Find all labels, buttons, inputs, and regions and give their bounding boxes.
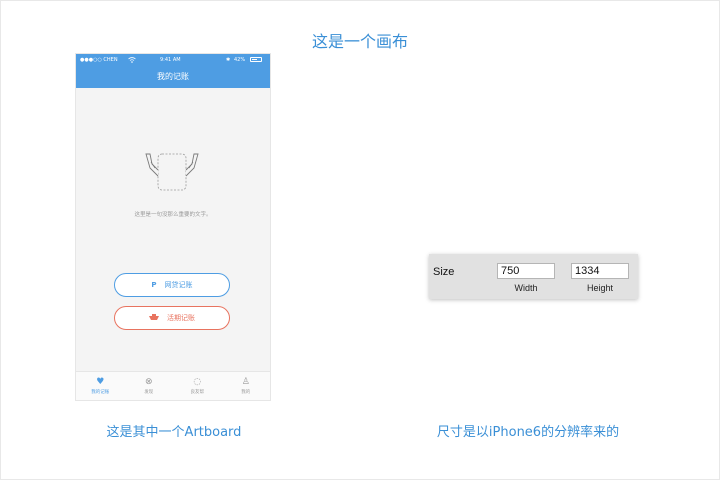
height-field[interactable]: 1334 [571,263,629,279]
bluetooth-icon: ✱ [226,57,231,63]
wifi-icon [128,57,136,65]
empty-state-illustration-icon [142,146,202,198]
empty-state-text: 这里是一句没那么重要的文字。 [134,212,212,218]
chat-icon: ◌ [193,377,202,387]
carrier-label: ●●●○○ CHEN [80,57,118,63]
online-loan-record-button[interactable]: P 网贷记账 [114,273,230,297]
boat-icon [149,314,159,322]
button-label: 活期记账 [167,314,195,322]
resolution-caption: 尺寸是以iPhone6的分辨率来的 [436,425,620,440]
page-title: 这是一个画布 [311,32,408,51]
tab-label: 我的记账 [91,390,110,395]
phone-artboard: ●●●○○ CHEN 9:41 AM ✱ 42% 我的记账 这里是一句没那么重要… [76,54,270,400]
tab-me[interactable]: ♙ 我的 [222,372,271,400]
status-bar: ●●●○○ CHEN 9:41 AM ✱ 42% [76,54,270,66]
current-deposit-record-button[interactable]: 活期记账 [114,306,230,330]
tab-discover[interactable]: ⊗ 发现 [125,372,174,400]
tab-friends[interactable]: ◌ 良友帮 [173,372,222,400]
discover-icon: ⊗ [144,377,153,387]
height-caption: Height [586,283,613,293]
user-icon: ♙ [241,377,250,387]
tab-label: 我的 [241,390,251,395]
artboard-caption: 这是其中一个Artboard [106,425,242,440]
tab-label: 发现 [144,390,154,395]
tab-my-records[interactable]: ♥ 我的记账 [76,372,125,400]
width-field[interactable]: 750 [497,263,555,279]
battery-percent: 42% [234,57,246,63]
nav-title: 我的记账 [76,66,270,88]
width-caption: Width [514,283,538,293]
size-label: Size [433,266,455,278]
heart-icon: ♥ [96,377,105,387]
tab-bar: ♥ 我的记账 ⊗ 发现 ◌ 良友帮 ♙ 我的 [76,371,270,400]
battery-icon [250,57,262,62]
size-panel: Size 750 1334 Width Height [429,254,638,299]
paypal-icon: P [151,281,157,289]
status-time: 9:41 AM [160,57,181,63]
button-label: 网贷记账 [164,281,193,289]
tab-label: 良友帮 [190,390,205,395]
